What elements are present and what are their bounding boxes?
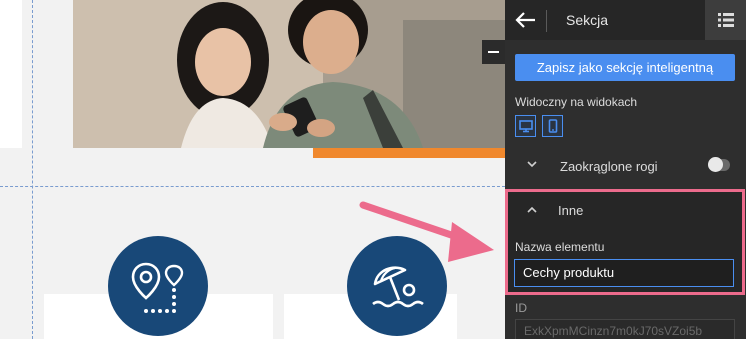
header-divider	[546, 10, 547, 32]
desktop-view-toggle[interactable]	[515, 115, 536, 137]
collapse-panel-button[interactable]	[482, 40, 505, 64]
route-map-pin-icon	[131, 262, 184, 313]
content-card[interactable]	[0, 0, 22, 148]
element-name-input[interactable]: Cechy produktu	[514, 259, 734, 287]
element-name-label: Nazwa elementu	[515, 240, 605, 254]
accent-bar	[313, 148, 505, 158]
mobile-icon	[548, 119, 558, 133]
save-as-smart-section-button[interactable]: Zapisz jako sekcję inteligentną	[515, 54, 735, 81]
beach-umbrella-icon	[372, 266, 424, 308]
vertical-guide-line	[32, 0, 33, 339]
rounded-corners-toggle[interactable]	[708, 157, 730, 172]
other-section-header[interactable]: Inne	[515, 198, 735, 224]
horizontal-guide-line	[0, 186, 505, 187]
layers-button[interactable]	[705, 0, 746, 40]
feature-icon-circle[interactable]	[347, 236, 447, 336]
visible-on-views-label: Widoczny na widokach	[515, 95, 638, 109]
chevron-down-icon	[527, 161, 537, 168]
couple-photo-illustration	[73, 0, 505, 148]
chevron-up-icon	[527, 206, 537, 213]
editor-canvas[interactable]	[0, 0, 505, 339]
other-section-highlight: Inne Nazwa elementu Cechy produktu	[505, 189, 745, 295]
id-label: ID	[515, 301, 527, 315]
list-icon	[718, 13, 734, 27]
hero-photo[interactable]	[73, 0, 505, 148]
feature-icon-circle[interactable]	[108, 236, 208, 336]
panel-header: Sekcja	[505, 0, 746, 40]
desktop-icon	[519, 120, 533, 133]
mobile-view-toggle[interactable]	[542, 115, 563, 137]
rounded-corners-row[interactable]: Zaokrąglone rogi	[515, 151, 740, 181]
rounded-corners-label: Zaokrąglone rogi	[560, 159, 658, 174]
panel-title: Sekcja	[566, 12, 609, 28]
id-input[interactable]: ExkXpmMCinzn7m0kJ70sVZoi5b	[515, 319, 735, 339]
section-settings-panel: Sekcja Zapisz jako sekcję inteligentną W…	[505, 0, 746, 339]
arrow-left-icon	[515, 12, 535, 28]
other-section-label: Inne	[558, 203, 584, 218]
back-button[interactable]	[513, 8, 539, 32]
